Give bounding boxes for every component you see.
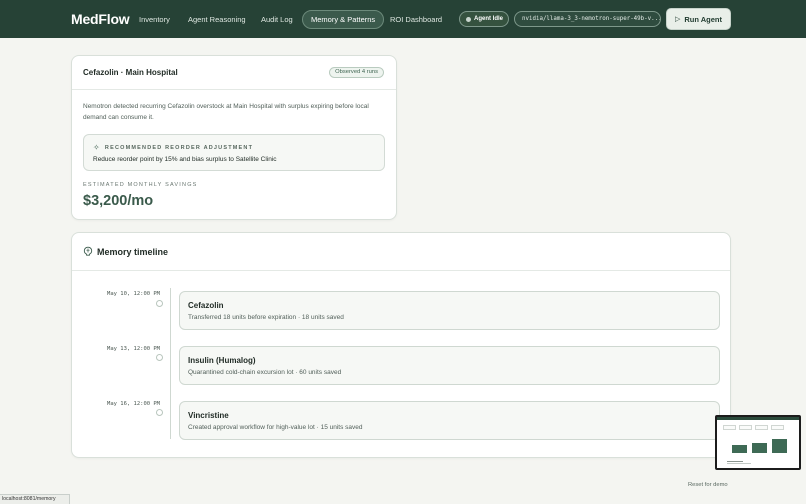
timeline-dot-icon [156, 354, 163, 361]
thumbnail-card [771, 425, 784, 430]
pattern-card-header: Cefazolin · Main Hospital Observed 4 run… [72, 56, 396, 90]
recommendation-text: Reduce reorder point by 15% and bias sur… [93, 156, 277, 163]
run-agent-label: Run Agent [684, 14, 723, 24]
recommendation-box: ✧ RECOMMENDED REORDER ADJUSTMENT Reduce … [83, 134, 385, 171]
timeline-event: Vincristine Created approval workflow fo… [179, 401, 720, 440]
timeline-dot-icon [156, 300, 163, 307]
timeline-date: May 16, 12:00 PM [107, 401, 160, 407]
pattern-title: Cefazolin · Main Hospital [83, 68, 178, 77]
agent-status-label: Agent Idle [474, 16, 504, 22]
timeline-date: May 13, 12:00 PM [107, 346, 160, 352]
timeline-event: Cefazolin Transferred 18 units before ex… [179, 291, 720, 330]
timeline-event: Insulin (Humalog) Quarantined cold-chain… [179, 346, 720, 385]
timeline-dot-icon [156, 409, 163, 416]
timeline-event-detail: Created approval workflow for high-value… [188, 424, 363, 431]
timeline-event-detail: Transferred 18 units before expiration ·… [188, 314, 344, 321]
thumbnail-bar [732, 445, 747, 453]
top-navigation: MedFlow Inventory Agent Reasoning Audit … [0, 0, 806, 38]
model-select[interactable]: nvidia/llama-3_3-nemotron-super-49b-v... [514, 11, 661, 27]
run-agent-button[interactable]: ▷ Run Agent [666, 8, 731, 30]
nav-link-audit-log[interactable]: Audit Log [253, 10, 301, 29]
timeline-date: May 10, 12:00 PM [107, 291, 160, 297]
brand-logo[interactable]: MedFlow [71, 11, 130, 27]
reset-demo-link[interactable]: Reset for demo [688, 482, 728, 488]
thumbnail-text-line [727, 461, 743, 462]
thumbnail-card [739, 425, 752, 430]
observed-runs-badge: Observed 4 runs [329, 67, 384, 78]
play-icon: ▷ [674, 16, 681, 23]
timeline-event-name: Vincristine [188, 411, 229, 420]
memory-icon [83, 246, 93, 259]
savings-value: $3,200/mo [83, 193, 154, 209]
timeline-rail [170, 288, 171, 439]
thumbnail-card [723, 425, 736, 430]
timeline-header: Memory timeline [72, 233, 730, 271]
recommendation-label-text: RECOMMENDED REORDER ADJUSTMENT [104, 144, 254, 151]
timeline-event-detail: Quarantined cold-chain excursion lot · 6… [188, 369, 342, 376]
agent-status-badge: Agent Idle [459, 11, 509, 27]
thumbnail-card [755, 425, 768, 430]
status-dot-icon [466, 16, 471, 22]
thumbnail-bar [772, 439, 787, 453]
timeline-event-name: Insulin (Humalog) [188, 356, 256, 365]
sparkle-icon: ✧ [93, 143, 101, 152]
nav-link-inventory[interactable]: Inventory [131, 10, 178, 29]
pattern-card: Cefazolin · Main Hospital Observed 4 run… [71, 55, 397, 220]
memory-timeline-card: Memory timeline May 10, 12:00 PM Cefazol… [71, 232, 731, 458]
thumbnail-text-line [727, 463, 751, 464]
timeline-title: Memory timeline [97, 247, 169, 257]
savings-label: ESTIMATED MONTHLY SAVINGS [83, 182, 198, 188]
recommendation-label: ✧ RECOMMENDED REORDER ADJUSTMENT [93, 143, 253, 152]
timeline-event-name: Cefazolin [188, 301, 224, 310]
page-preview-thumbnail[interactable] [715, 415, 801, 470]
nav-link-memory-patterns[interactable]: Memory & Patterns [302, 10, 385, 29]
status-bar-url: localhost:8081/memory [0, 494, 70, 504]
thumbnail-nav-bar [717, 417, 799, 420]
pattern-description: Nemotron detected recurring Cefazolin ov… [83, 103, 369, 121]
thumbnail-bar [752, 443, 767, 453]
nav-link-agent-reasoning[interactable]: Agent Reasoning [180, 10, 254, 29]
nav-link-roi-dashboard[interactable]: ROI Dashboard [382, 10, 450, 29]
